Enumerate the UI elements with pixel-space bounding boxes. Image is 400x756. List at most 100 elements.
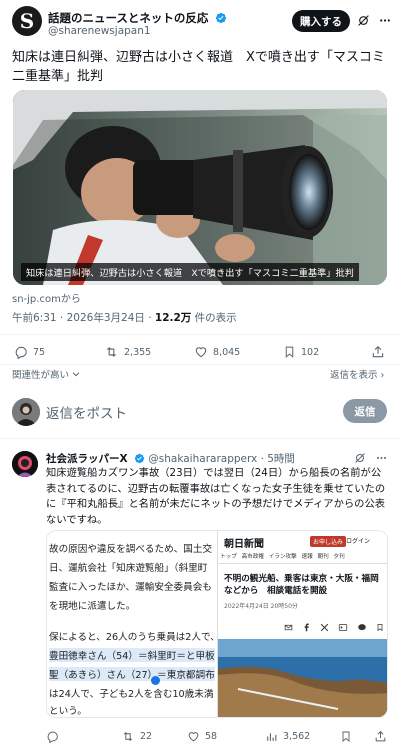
author-avatar[interactable]: S: [12, 6, 42, 36]
more-options-icon[interactable]: [375, 452, 388, 464]
sort-label: 関連性が高い: [12, 370, 70, 381]
share-action[interactable]: [371, 345, 385, 359]
share-action[interactable]: [374, 730, 387, 743]
image-caption: 知床は連日糾弾、辺野古は小さく報道 Xで噴き出す「マスコミ二重基準」批判: [21, 263, 359, 281]
news-logo: 朝日新聞: [224, 539, 264, 550]
reply-count: 75: [33, 346, 46, 358]
doc-line: を現地に派遣した。: [49, 601, 136, 612]
news-nav: トップ 高市政権 イラン攻撃 速報 朝刊 夕刊: [218, 552, 387, 564]
news-screenshot[interactable]: 朝日新聞 お申し込み ログイン トップ 高市政権 イラン攻撃 速報 朝刊 夕刊 …: [217, 531, 387, 717]
repost-icon: [123, 732, 133, 741]
x-logo-icon: [320, 623, 329, 631]
verified-badge-icon: [134, 453, 145, 464]
doc-line: は24人で、子ども2人を含む10歳未満: [49, 689, 214, 700]
hatena-icon: [338, 623, 348, 631]
heart-icon: [188, 732, 199, 742]
share-icon: [375, 730, 386, 742]
post-meta: 午前6:31 · 2026年3月24日 · 12.2万 件の表示: [12, 312, 237, 324]
user-avatar[interactable]: [12, 398, 40, 426]
reply-author-name[interactable]: 社会派ラッパーX: [46, 453, 128, 465]
post-text: 知床は連日糾弾、辺野古は小さく報道 Xで噴き出す「マスコミ二重基準」批判: [12, 50, 385, 84]
photographer-image: [13, 90, 387, 285]
doc-line-highlighted: 聖（あきら）さん（27）＝東京都調布: [49, 667, 215, 681]
post-date[interactable]: 2026年3月24日: [67, 312, 145, 324]
reply-icon: [47, 731, 58, 743]
chevron-down-icon: [72, 372, 80, 377]
repost-count: 22: [140, 731, 153, 742]
news-nav-item: イラン攻撃: [268, 554, 297, 560]
reply-input[interactable]: 返信をポスト: [46, 402, 127, 422]
post-actions: 75 2,355 8,045 102: [0, 340, 400, 364]
bookmark-count: 102: [301, 346, 320, 358]
bookmark-action[interactable]: [340, 730, 352, 743]
doc-line: 保によると、26人のうち乗員は2人で、: [49, 632, 215, 643]
reply-action[interactable]: 75: [14, 345, 45, 359]
post-image[interactable]: 知床は連日糾弾、辺野古は小さく報道 Xで噴き出す「マスコミ二重基準」批判: [13, 90, 387, 285]
doc-line: 故の原因や違反を調べるため、国土交: [49, 544, 213, 555]
doc-line: 監査に入ったほか、運輸安全委員会も: [49, 582, 212, 593]
selection-handle: [151, 676, 160, 685]
reply-icon: [15, 346, 27, 359]
line-icon: [358, 623, 366, 630]
author-handle[interactable]: @sharenewsjapan1: [48, 25, 151, 37]
reply-action[interactable]: [46, 730, 64, 743]
author-name[interactable]: 話題のニュースとネットの反応: [48, 10, 227, 26]
bookmark-icon: [285, 346, 294, 358]
grok-icon[interactable]: [354, 452, 366, 464]
news-login: ログイン: [346, 538, 371, 545]
show-replies-link[interactable]: 返信を表示 ›: [330, 367, 384, 381]
repost-count: 2,355: [124, 346, 152, 358]
news-nav-item: 高市政権: [241, 554, 264, 560]
divider: [0, 334, 400, 335]
news-trial-button: お申し込み: [310, 536, 347, 547]
news-nav-item: 朝刊: [317, 554, 329, 560]
sort-dropdown[interactable]: 関連性が高い: [12, 367, 81, 381]
reply-actions: 22 58 3,562: [46, 730, 391, 750]
grok-icon[interactable]: [357, 14, 370, 27]
views-chart-icon: [267, 733, 277, 741]
heart-icon: [195, 347, 207, 358]
views-action[interactable]: 3,562: [265, 730, 310, 743]
repost-action[interactable]: 2,355: [104, 345, 151, 359]
reply-images[interactable]: 故の原因や違反を調べるため、国土交 日、運航会社「知床遊覧船」（斜里町 監査に入…: [46, 530, 388, 718]
reply-button[interactable]: 返信: [343, 399, 387, 423]
news-headline: 不明の観光船、乗客は東京・大阪・福岡などから 相談電話を開設: [224, 574, 379, 596]
link-source[interactable]: sn-jp.comから: [12, 290, 81, 305]
divider: [0, 438, 400, 439]
bookmark-icon: [377, 623, 383, 631]
coast-photo: [218, 639, 387, 717]
verified-badge-icon: [216, 12, 227, 24]
repost-action[interactable]: 22: [121, 730, 152, 743]
like-count: 8,045: [213, 346, 241, 358]
divider: [0, 364, 400, 365]
like-action[interactable]: 58: [187, 730, 217, 743]
reply-text: 知床遊覧船カズワン事故（23日）では翌日（24日）から船長の名前が公表されてるの…: [46, 467, 386, 526]
share-icon: [372, 346, 384, 358]
reply-time[interactable]: 5時間: [267, 453, 295, 465]
news-date: 2022年4月24日 20時50分: [224, 603, 298, 610]
reply-author-handle[interactable]: @shakaihararapperx: [148, 453, 257, 465]
like-action[interactable]: 8,045: [194, 345, 240, 359]
doc-line-highlighted: 豊田徳幸さん（54）＝斜里町＝と甲板: [49, 648, 215, 662]
reply-author-header: 社会派ラッパーX @shakaihararapperx · 5時間: [46, 453, 295, 465]
like-count: 58: [205, 731, 218, 742]
views-count: 12.2万: [154, 312, 192, 324]
news-nav-item: 夕刊: [333, 554, 345, 560]
news-share-bar: [224, 620, 384, 634]
doc-line: という。: [49, 706, 87, 717]
mail-icon: [284, 624, 293, 630]
bookmark-action[interactable]: 102: [283, 345, 319, 359]
doc-line: 日、運航会社「知床遊覧船」（斜里町: [49, 563, 208, 574]
facebook-icon: [304, 622, 309, 631]
views-label: 件の表示: [194, 312, 237, 324]
reply-author-avatar[interactable]: [12, 451, 38, 477]
views-count: 3,562: [283, 731, 311, 742]
bookmark-icon: [342, 731, 350, 742]
article-screenshot[interactable]: 故の原因や違反を調べるため、国土交 日、運航会社「知床遊覧船」（斜里町 監査に入…: [47, 531, 215, 717]
news-nav-item: トップ: [220, 554, 237, 560]
author-name-text[interactable]: 話題のニュースとネットの反応: [48, 11, 208, 25]
post-time[interactable]: 午前6:31: [12, 312, 57, 324]
news-nav-item: 速報: [301, 554, 313, 560]
subscribe-button[interactable]: 購入する: [292, 10, 350, 32]
more-options-icon[interactable]: [378, 14, 392, 27]
